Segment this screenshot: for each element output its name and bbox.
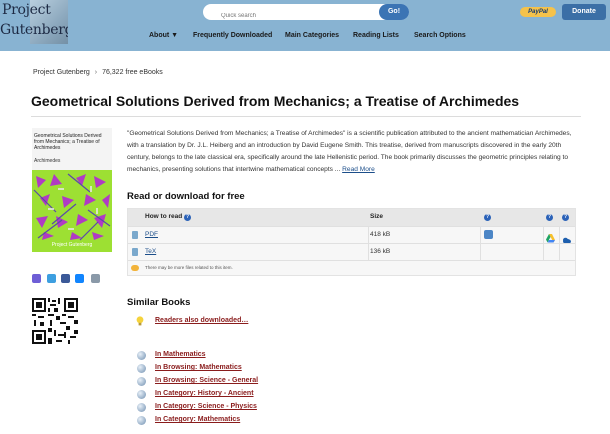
nav-frequently-downloaded[interactable]: Frequently Downloaded <box>193 32 272 42</box>
help-icon[interactable]: ? <box>546 214 553 221</box>
search-input[interactable] <box>203 8 373 24</box>
file-size: 136 kB <box>370 248 391 255</box>
similar-link-mathematics[interactable]: In Mathematics <box>155 351 206 358</box>
similar-link-category-history-ancient[interactable]: In Category: History - Ancient <box>155 390 254 397</box>
file-size: 418 kB <box>370 231 391 238</box>
category-icon <box>137 416 146 425</box>
search-go-button[interactable]: Go! <box>379 4 409 20</box>
nav-search-options[interactable]: Search Options <box>414 32 466 42</box>
google-drive-icon[interactable] <box>546 230 555 243</box>
similar-link-browsing-science-general[interactable]: In Browsing: Science - General <box>155 377 258 384</box>
format-link-pdf[interactable]: PDF <box>145 231 158 238</box>
title-divider <box>31 116 581 117</box>
logo-text-line1: Project <box>2 2 51 18</box>
breadcrumb-count: 76,322 free eBooks <box>102 69 163 76</box>
help-icon[interactable]: ? <box>562 214 569 221</box>
help-icon[interactable]: ? <box>484 214 491 221</box>
facebook-icon[interactable] <box>61 274 70 283</box>
col-size: Size <box>370 213 384 220</box>
category-icon <box>137 377 146 386</box>
file-icon <box>132 231 138 239</box>
col-how-to-read: How to read <box>145 213 183 220</box>
similar-books-heading: Similar Books <box>127 297 191 308</box>
breadcrumb-separator: › <box>94 69 98 76</box>
cover-author: Archimedes <box>34 158 61 164</box>
file-icon <box>132 248 138 256</box>
more-files-note: There may be more files related to this … <box>145 265 233 270</box>
donate-button[interactable]: Donate <box>562 4 606 20</box>
similar-link-browsing-mathematics[interactable]: In Browsing: Mathematics <box>155 364 242 371</box>
nav-reading-lists[interactable]: Reading Lists <box>353 32 399 42</box>
download-row-tex[interactable]: TeX 136 kB <box>128 243 575 260</box>
site-header: Project Gutenberg Go! PayPal Donate Abou… <box>0 0 610 51</box>
paypal-button[interactable]: PayPal <box>520 7 556 17</box>
onedrive-icon[interactable] <box>562 231 571 244</box>
download-table-header: How to read ? Size ? ? ? <box>128 209 575 226</box>
print-icon[interactable] <box>91 274 100 283</box>
download-note-row: There may be more files related to this … <box>128 260 575 275</box>
more-files-icon <box>131 265 139 271</box>
read-more-link[interactable]: Read More <box>342 166 375 173</box>
nav-about[interactable]: About ▼ <box>149 32 178 42</box>
breadcrumb-home-link[interactable]: Project Gutenberg <box>33 69 90 76</box>
format-link-tex[interactable]: TeX <box>145 248 156 255</box>
help-icon[interactable]: ? <box>184 214 191 221</box>
breadcrumb: Project Gutenberg › 76,322 free eBooks <box>33 69 163 76</box>
send-to-kindle-icon[interactable] <box>484 230 493 239</box>
cover-title-area: Geometrical Solutions Derived from Mecha… <box>32 128 112 170</box>
similar-link-category-mathematics[interactable]: In Category: Mathematics <box>155 416 240 423</box>
bluesky-icon[interactable] <box>75 274 84 283</box>
download-table: How to read ? Size ? ? ? PDF 418 kB TeX … <box>127 208 576 276</box>
similar-link-category-science-physics[interactable]: In Category: Science - Physics <box>155 403 257 410</box>
download-row-pdf[interactable]: PDF 418 kB <box>128 226 575 244</box>
page-title: Geometrical Solutions Derived from Mecha… <box>31 93 520 109</box>
mastodon-icon[interactable] <box>32 274 41 283</box>
readers-also-downloaded-link[interactable]: Readers also downloaded… <box>155 317 248 324</box>
cover-publisher: Project Gutenberg <box>51 242 93 248</box>
lightbulb-icon <box>136 316 144 326</box>
cover-title: Geometrical Solutions Derived from Mecha… <box>34 133 102 151</box>
category-icon <box>137 403 146 412</box>
category-icon <box>137 351 146 360</box>
nav-main-categories[interactable]: Main Categories <box>285 32 339 42</box>
category-icon <box>137 390 146 399</box>
logo-text-line2: Gutenberg <box>0 22 68 38</box>
project-gutenberg-logo[interactable]: Project Gutenberg <box>0 0 68 44</box>
category-icon <box>137 364 146 373</box>
twitter-icon[interactable] <box>47 274 56 283</box>
download-heading: Read or download for free <box>127 191 245 202</box>
book-cover[interactable]: Geometrical Solutions Derived from Mecha… <box>32 128 112 252</box>
qr-code <box>32 298 78 344</box>
book-description: "Geometrical Solutions Derived from Mech… <box>127 128 578 176</box>
